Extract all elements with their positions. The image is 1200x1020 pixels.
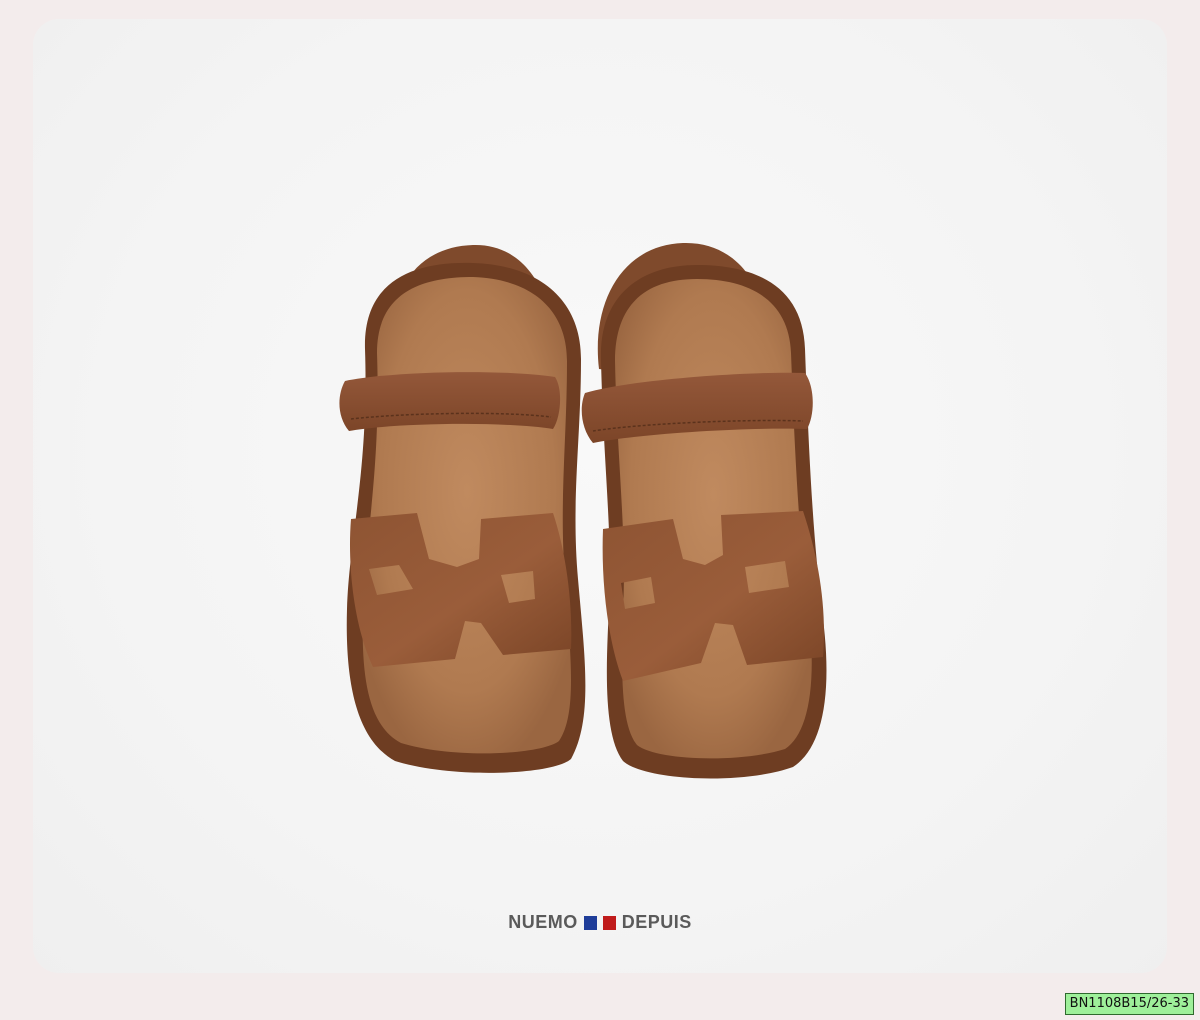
brand-right-text: DEPUIS: [621, 912, 692, 932]
left-sandal: [339, 244, 586, 773]
product-photo: [339, 242, 827, 779]
flag-blue-square: [583, 915, 597, 930]
sku-label: BN1108B15/26-33: [1064, 993, 1194, 1015]
product-card: NUEMO DEPUIS: [33, 19, 1167, 973]
left-buckle-strap: [339, 372, 561, 431]
flag-red-square: [602, 915, 616, 930]
brand-logo: NUEMO DEPUIS: [33, 912, 1167, 933]
brand-left-text: NUEMO: [508, 912, 578, 932]
right-sandal: [581, 242, 827, 779]
